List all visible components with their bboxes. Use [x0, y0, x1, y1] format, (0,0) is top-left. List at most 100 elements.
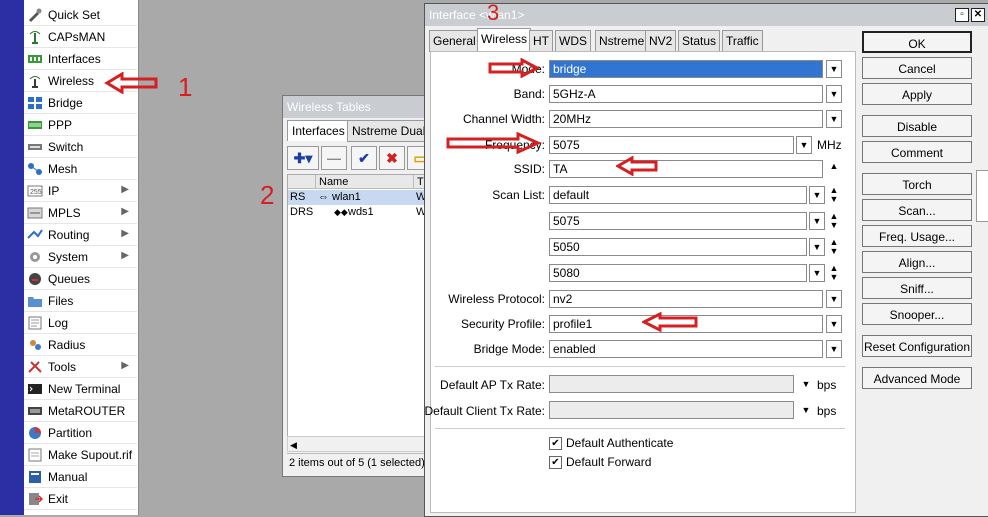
- sniff-button[interactable]: Sniff...: [862, 277, 972, 299]
- freq-usage-button[interactable]: Freq. Usage...: [862, 225, 972, 247]
- menu-item-partition[interactable]: Partition: [24, 422, 137, 444]
- menu-item-metarouter[interactable]: MetaROUTER: [24, 400, 137, 422]
- menu-item-mpls[interactable]: MPLS ▶: [24, 202, 137, 224]
- menu-item-capsman[interactable]: CAPsMAN: [24, 26, 137, 48]
- scan-list-updown-icon[interactable]: ▲ ▼: [828, 238, 840, 256]
- flags-column-header[interactable]: [288, 175, 316, 189]
- table-row[interactable]: DRS ◆◆ wds1 W: [288, 205, 430, 220]
- tab-wds[interactable]: WDS: [555, 30, 591, 52]
- menu-item-ip[interactable]: 255 IP ▶: [24, 180, 137, 202]
- remove-button[interactable]: —: [321, 146, 347, 170]
- scan-list-input-4[interactable]: 5080: [549, 264, 807, 282]
- annotation-arrow-wireless: [104, 72, 158, 94]
- scan-list-dropdown-icon[interactable]: ▼: [809, 186, 825, 204]
- reset-configuration-button[interactable]: Reset Configuration: [862, 335, 972, 357]
- menu-label: Partition: [48, 425, 93, 440]
- menu-item-ppp[interactable]: PPP: [24, 114, 137, 136]
- scan-list-input-2[interactable]: 5075: [549, 212, 807, 230]
- bridge-mode-select[interactable]: enabled: [549, 340, 823, 358]
- ssid-collapse-icon[interactable]: ▲: [828, 162, 840, 180]
- wireless-protocol-select[interactable]: nv2: [549, 290, 823, 308]
- system-icon: [27, 250, 43, 264]
- menu-item-exit[interactable]: Exit: [24, 488, 137, 510]
- wireless-protocol-dropdown-icon[interactable]: ▼: [826, 290, 842, 308]
- security-profile-dropdown-icon[interactable]: ▼: [826, 315, 842, 333]
- menu-item-bridge[interactable]: Bridge: [24, 92, 137, 114]
- menu-item-queues[interactable]: Queues: [24, 268, 137, 290]
- bridge-mode-dropdown-icon[interactable]: ▼: [826, 340, 842, 358]
- scan-list-input-3[interactable]: 5050: [549, 238, 807, 256]
- restore-icon[interactable]: ▫: [955, 8, 969, 22]
- menu-item-routing[interactable]: Routing ▶: [24, 224, 137, 246]
- tab-general[interactable]: General: [429, 30, 480, 52]
- svg-text:255: 255: [30, 189, 42, 196]
- horizontal-scrollbar[interactable]: ◀: [287, 436, 431, 452]
- disable-button[interactable]: Disable: [862, 115, 972, 137]
- close-icon[interactable]: ✕: [971, 8, 985, 22]
- menu-item-make-supout[interactable]: Make Supout.rif: [24, 444, 137, 466]
- ip-icon: 255: [27, 184, 43, 198]
- advanced-mode-button[interactable]: Advanced Mode: [862, 367, 972, 389]
- scan-list-input-1[interactable]: default: [549, 186, 807, 204]
- comment-button[interactable]: Comment: [862, 141, 972, 163]
- ok-button[interactable]: OK: [862, 31, 972, 53]
- channel-width-select[interactable]: 20MHz: [549, 110, 823, 128]
- band-dropdown-icon[interactable]: ▼: [826, 85, 842, 103]
- scan-list-updown-icon[interactable]: ▲ ▼: [828, 264, 840, 282]
- tab-nv2[interactable]: NV2: [645, 30, 677, 52]
- channel-width-dropdown-icon[interactable]: ▼: [826, 110, 842, 128]
- scroll-left-icon[interactable]: ◀: [288, 440, 297, 450]
- frequency-select[interactable]: 5075: [549, 136, 794, 154]
- tab-ht[interactable]: HT: [529, 30, 553, 52]
- band-select[interactable]: 5GHz-A: [549, 85, 823, 103]
- default-client-tx-rate-dropdown-icon[interactable]: ▼: [800, 406, 812, 424]
- menu-item-radius[interactable]: Radius: [24, 334, 137, 356]
- default-forward-checkbox[interactable]: ✔: [549, 456, 562, 469]
- scan-list-updown-icon[interactable]: ▲ ▼: [828, 212, 840, 230]
- menu-label: MPLS: [48, 205, 81, 220]
- scan-list-dropdown-icon[interactable]: ▼: [809, 238, 825, 256]
- enable-button[interactable]: ✔: [351, 146, 377, 170]
- dialog-title: Interface <wlan1>: [429, 8, 525, 22]
- scan-list-dropdown-icon[interactable]: ▼: [809, 212, 825, 230]
- tab-nstreme-dual[interactable]: Nstreme Dual: [347, 120, 431, 142]
- disable-button[interactable]: ✖: [379, 146, 405, 170]
- align-button[interactable]: Align...: [862, 251, 972, 273]
- torch-button[interactable]: Torch: [862, 173, 972, 195]
- menu-item-switch[interactable]: Switch: [24, 136, 137, 158]
- wireless-protocol-label: Wireless Protocol:: [448, 292, 545, 306]
- default-authenticate-checkbox[interactable]: ✔: [549, 437, 562, 450]
- tab-nstreme[interactable]: Nstreme: [595, 30, 649, 52]
- bridge-icon: [27, 96, 43, 110]
- menu-item-quick-set[interactable]: Quick Set: [24, 4, 137, 26]
- default-ap-tx-rate-input[interactable]: [549, 375, 794, 393]
- menu-item-interfaces[interactable]: Interfaces: [24, 48, 137, 70]
- mode-select[interactable]: bridge: [549, 60, 823, 78]
- tab-status[interactable]: Status: [678, 30, 721, 52]
- tab-wireless[interactable]: Wireless: [477, 28, 532, 52]
- table-row[interactable]: RS ⇔ wlan1 W: [288, 190, 430, 205]
- menu-item-log[interactable]: Log: [24, 312, 137, 334]
- menu-item-new-terminal[interactable]: New Terminal: [24, 378, 137, 400]
- default-client-tx-rate-input[interactable]: [549, 401, 794, 419]
- default-ap-tx-rate-dropdown-icon[interactable]: ▼: [800, 380, 812, 398]
- scan-button[interactable]: Scan...: [862, 199, 972, 221]
- menu-item-manual[interactable]: Manual: [24, 466, 137, 488]
- menu-item-mesh[interactable]: Mesh: [24, 158, 137, 180]
- menu-item-tools[interactable]: Tools ▶: [24, 356, 137, 378]
- scan-list-updown-icon[interactable]: ▲ ▼: [828, 186, 840, 204]
- apply-button[interactable]: Apply: [862, 83, 972, 105]
- add-dropdown-button[interactable]: ✚▾: [287, 146, 319, 170]
- default-forward-label: Default Forward: [566, 455, 652, 469]
- tab-interfaces[interactable]: Interfaces: [287, 120, 350, 141]
- mode-dropdown-icon[interactable]: ▼: [826, 60, 842, 78]
- ssid-input[interactable]: TA: [549, 160, 823, 178]
- tab-traffic[interactable]: Traffic: [722, 30, 763, 52]
- menu-item-files[interactable]: Files: [24, 290, 137, 312]
- cancel-button[interactable]: Cancel: [862, 57, 972, 79]
- name-column-header[interactable]: Name: [316, 175, 414, 189]
- frequency-dropdown-icon[interactable]: ▼: [796, 136, 812, 154]
- menu-item-system[interactable]: System ▶: [24, 246, 137, 268]
- snooper-button[interactable]: Snooper...: [862, 303, 972, 325]
- scan-list-dropdown-icon[interactable]: ▼: [809, 264, 825, 282]
